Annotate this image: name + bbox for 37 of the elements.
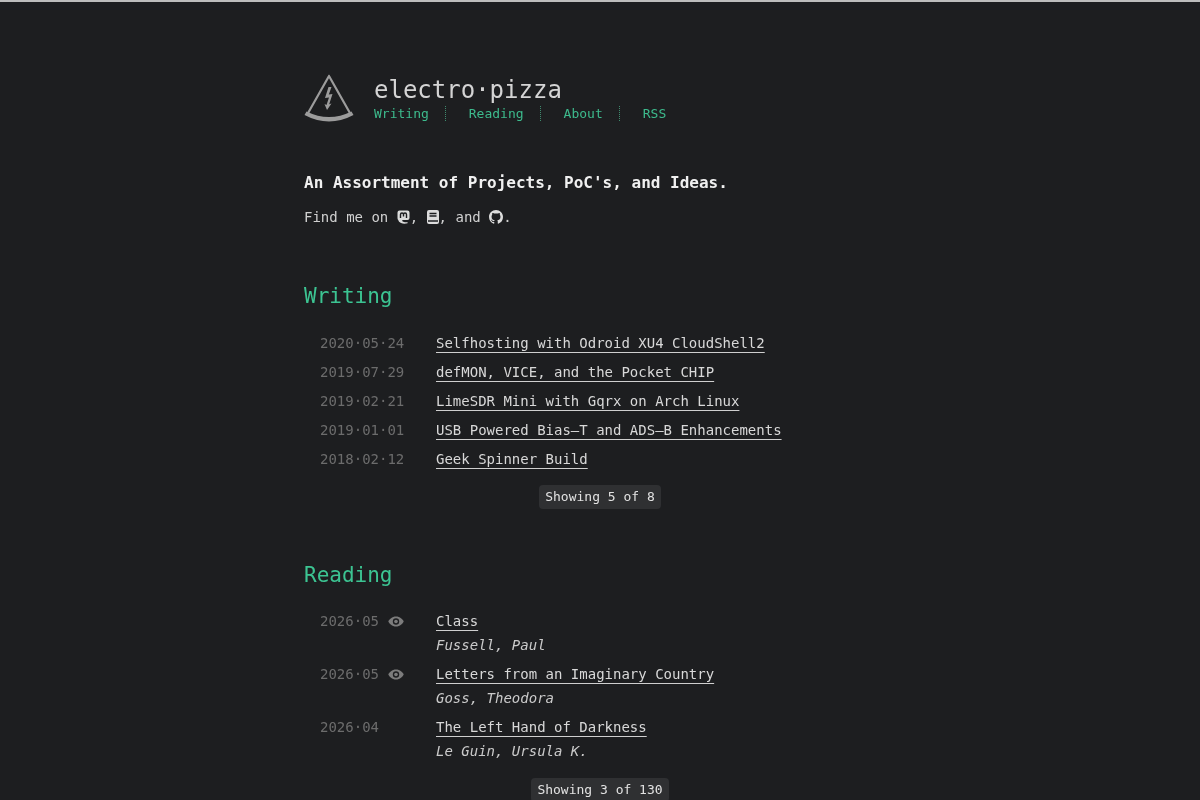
book-author: Fussell, Paul — [436, 636, 546, 655]
post-date: 2019·02·21 — [320, 391, 405, 411]
nav-link[interactable]: About — [539, 105, 619, 121]
post-date: 2018·02·12 — [320, 449, 405, 469]
github-icon — [489, 210, 504, 224]
book-author: Goss, Theodora — [436, 689, 554, 708]
github-link[interactable] — [489, 210, 504, 224]
book-link[interactable] — [426, 210, 439, 224]
post-link[interactable]: USB Powered Bias–T and ADS–B Enhancements — [436, 417, 782, 442]
post-date: 2019·01·01 — [320, 420, 405, 440]
book-link[interactable]: The Left Hand of Darkness — [436, 715, 647, 739]
show-more-button[interactable]: Showing 3 of 130 — [531, 778, 669, 800]
post-link[interactable]: LimeSDR Mini with Gqrx on Arch Linux — [436, 388, 740, 413]
book-date: 2026·05 — [320, 612, 379, 631]
pizza-slice-icon — [304, 74, 354, 124]
post-date: 2020·05·24 — [320, 333, 405, 353]
section-heading: Writing — [304, 283, 394, 310]
nav-link[interactable]: RSS — [618, 105, 683, 121]
section-heading: Reading — [304, 562, 394, 589]
post-link[interactable]: Selfhosting with Odroid XU4 CloudShell2 — [436, 330, 765, 355]
book-icon — [426, 210, 439, 224]
book-date: 2026·05 — [320, 665, 379, 684]
book-link[interactable]: Class — [436, 609, 479, 633]
site-title[interactable]: electro·pizza — [374, 76, 683, 104]
show-more-button[interactable]: Showing 5 of 8 — [539, 485, 661, 509]
mastodon-link[interactable] — [396, 210, 410, 224]
tagline-text: An Assortment of Projects, PoC's, and Ideas. — [304, 172, 729, 194]
post-date: 2019·07·29 — [320, 362, 405, 382]
mastodon-icon — [396, 210, 410, 224]
book-date: 2026·04 — [320, 718, 379, 737]
post-link[interactable]: defMON, VICE, and the Pocket CHIP — [436, 359, 715, 384]
nav-link[interactable]: Writing — [374, 105, 445, 121]
post-link[interactable]: Geek Spinner Build — [436, 446, 588, 471]
book-link[interactable]: Letters from an Imaginary Country — [436, 662, 715, 686]
book-author: Le Guin, Ursula K. — [436, 742, 588, 761]
find-me-text: Find me on , , and . — [304, 208, 513, 227]
nav-link[interactable]: Reading — [444, 105, 540, 121]
